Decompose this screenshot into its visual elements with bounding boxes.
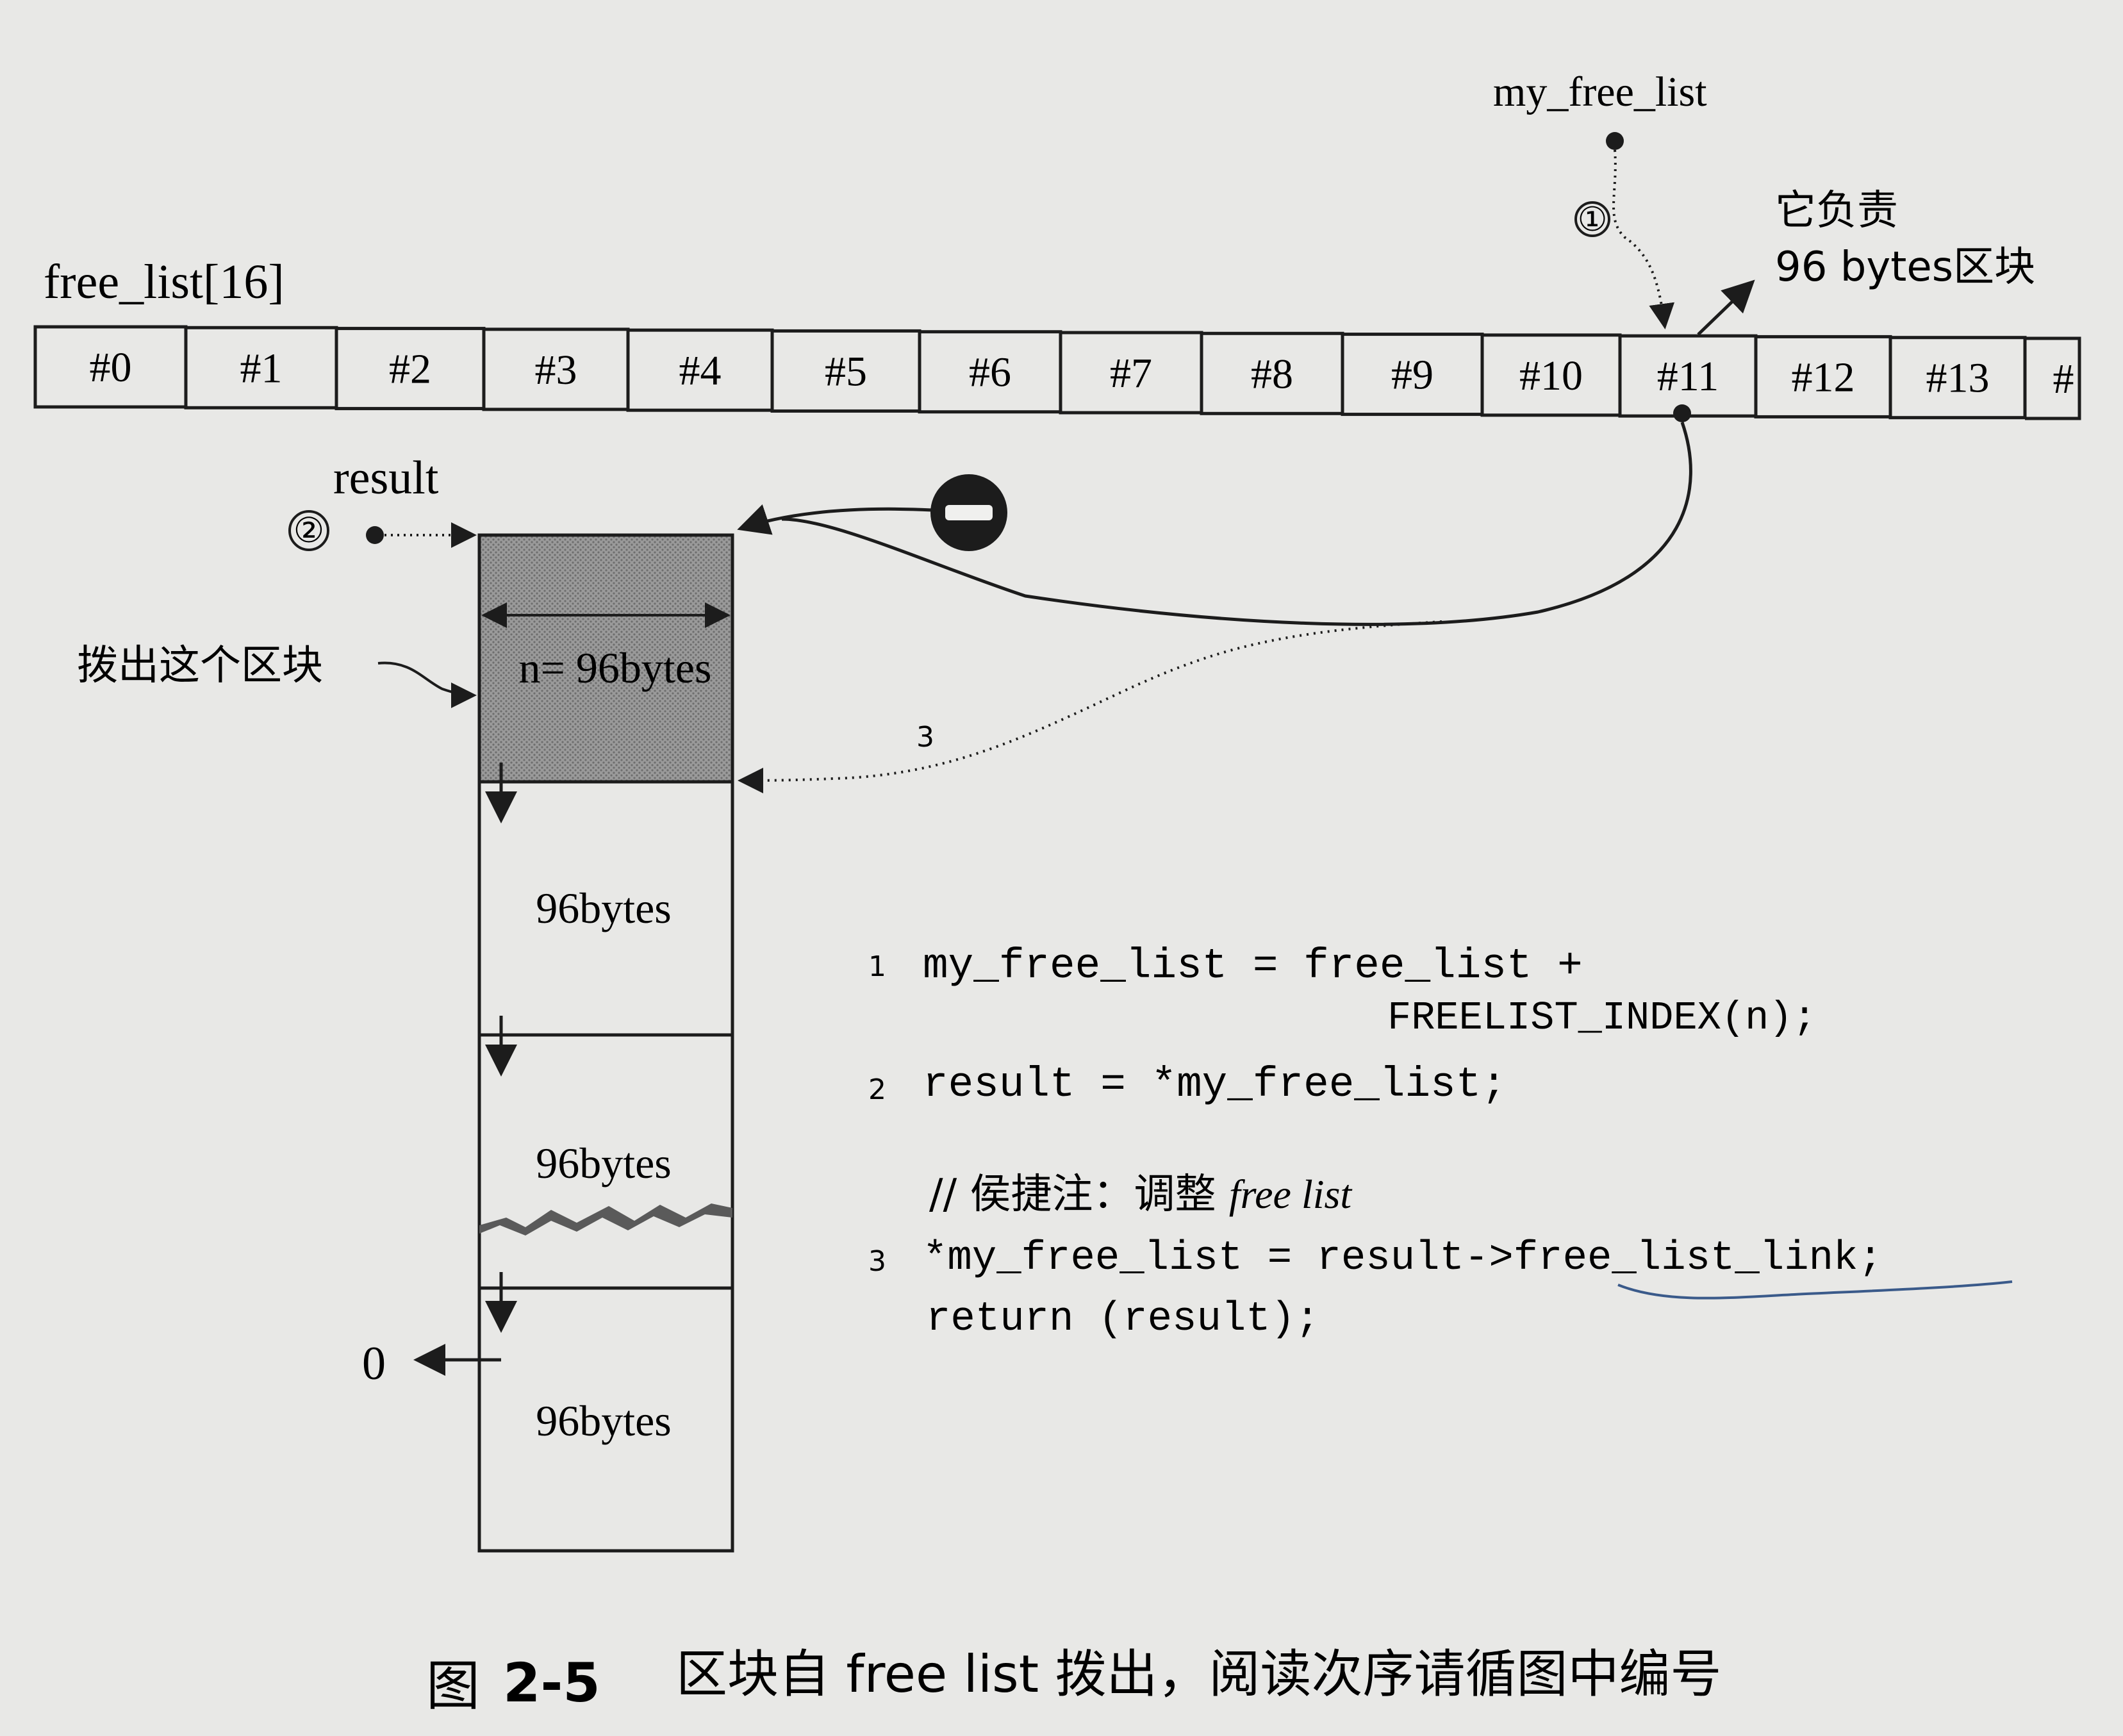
caption-prefix: 图 (426, 1655, 480, 1717)
free-list-cell-label: #4 (679, 347, 722, 394)
step-3-curve (738, 620, 1442, 793)
handwritten-underline (1617, 1280, 2013, 1300)
my-free-list-label: my_free_list (1493, 69, 1707, 115)
free-list-cell-label: #13 (1926, 355, 1990, 402)
my-free-list-dot (1606, 132, 1624, 150)
free-list-array-label: free_list[16] (44, 255, 285, 309)
free-list-cell-label: #0 (90, 344, 132, 391)
free-list-cell-label: #12 (1792, 354, 1855, 401)
block-4-label: 96bytes (536, 1396, 672, 1445)
old-link-arrow (737, 504, 933, 535)
free-list-cell-label: #6 (969, 349, 1011, 396)
free-list-cell-label: #7 (1110, 350, 1152, 397)
code-line-2-num: 2 (868, 1073, 886, 1106)
block-3-label: 96bytes (536, 1139, 672, 1187)
null-label: 0 (362, 1337, 386, 1390)
free-list-cell-label: #10 (1519, 352, 1583, 399)
free-list-cell-label: #2 (389, 346, 431, 393)
step-2-glyph: ② (293, 510, 324, 550)
code-comment: // 侯捷注：调整 free list (929, 1171, 1353, 1218)
result-label: result (333, 452, 439, 504)
result-dot (366, 526, 384, 544)
caption-number: 2-5 (503, 1651, 600, 1714)
free-list-cells: #0 #1 #2 #3 #4 #5 #6 #7 #8 #9 #10 #11 #12 #13 # (33, 325, 2081, 420)
code-line-1b: FREELIST_INDEX(n); (1387, 995, 1817, 1041)
code-line-3-num: 3 (868, 1245, 886, 1278)
torn-edge (479, 1203, 732, 1236)
figure-caption: 图 2-5 区块自 free list 拨出，阅读次序请循图中编号 (426, 1644, 1722, 1717)
step-3-label: 3 (916, 721, 934, 754)
step-1-glyph: ① (1578, 201, 1608, 239)
free-list-cell-label: #8 (1251, 351, 1293, 397)
pull-out-arrow (377, 661, 477, 708)
code-line-2: result = *my_free_list; (923, 1061, 1507, 1109)
free-list-cell-label: #1 (240, 345, 283, 392)
code-line-1-num: 1 (868, 950, 886, 983)
annotation-96-bytes: 它负责 96 bytes区块 (1775, 187, 2035, 291)
free-list-cell-label: #5 (825, 348, 867, 395)
figure-2-5: my_free_list ① 它负责 96 bytes区块 free_list[… (0, 0, 2123, 1736)
free-list-cell-label: #9 (1391, 352, 1433, 399)
my-free-list-pointer (1612, 149, 1675, 329)
free-list-cell-label: #11 (1657, 353, 1719, 400)
free-list-cell-label: #3 (535, 347, 577, 393)
blocked-link-bar (945, 505, 993, 520)
code-line-4: return (result); (926, 1296, 1320, 1343)
block-2-label: 96bytes (536, 884, 672, 932)
code-line-3: *my_free_list = result->free_list_link; (923, 1236, 1883, 1282)
free-list-cell-label: # (2053, 356, 2074, 402)
cell-11-dot (1673, 404, 1691, 422)
old-link-curve (781, 422, 1692, 626)
diagram-canvas: my_free_list ① 它负责 96 bytes区块 free_list[… (33, 69, 2081, 1717)
caption-text: 区块自 free list 拨出，阅读次序请循图中编号 (676, 1644, 1722, 1704)
code-line-1: my_free_list = free_list + (923, 942, 1583, 990)
code-listing: 1 my_free_list = free_list + FREELIST_IN… (868, 942, 2013, 1343)
annotation-arrow (1697, 279, 1755, 336)
block-1-label: n= 96bytes (519, 643, 712, 692)
pull-out-label: 拨出这个区块 (77, 642, 323, 690)
memory-chunk: 0 n= 96bytes 96bytes 96bytes 96bytes (362, 533, 734, 1553)
